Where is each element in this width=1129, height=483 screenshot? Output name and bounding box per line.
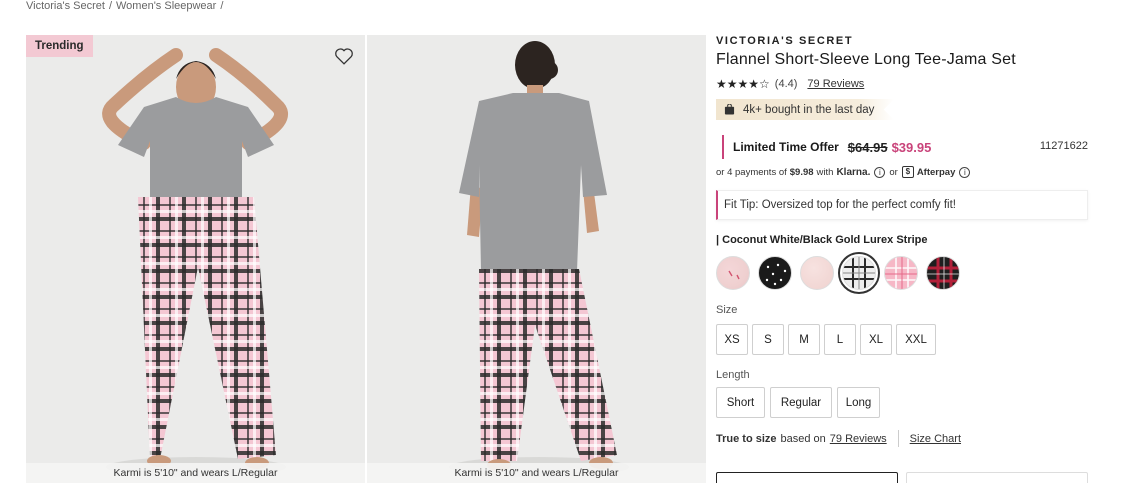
size-option-l[interactable]: L <box>824 324 856 355</box>
size-option-xs[interactable]: XS <box>716 324 748 355</box>
brand-name: VICTORIA'S SECRET <box>716 35 854 47</box>
swatch-coconut-white-black-gold-lurex-stripe[interactable] <box>838 252 880 294</box>
image-caption: Karmi is 5'10" and wears L/Regular <box>26 463 365 483</box>
size-option-xl[interactable]: XL <box>860 324 892 355</box>
installments-prefix: or 4 payments of <box>716 166 787 178</box>
true-to-size-row: True to size based on 79 Reviews Size Ch… <box>716 430 1088 447</box>
length-option-regular[interactable]: Regular <box>770 387 832 418</box>
model-front-illustration <box>102 48 288 477</box>
rating-row: ★★★★☆ (4.4) 79 Reviews <box>716 77 1088 91</box>
trending-badge: Trending <box>26 35 93 57</box>
length-label: Length <box>716 369 750 381</box>
model-back-illustration <box>449 41 629 477</box>
length-options: Short Regular Long <box>716 387 1088 418</box>
klarna-logo: Klarna. <box>836 166 871 178</box>
installments-with: with <box>816 166 834 178</box>
size-option-s[interactable]: S <box>752 324 784 355</box>
swatch-blush[interactable] <box>800 256 834 290</box>
shopping-bag-icon <box>724 104 735 115</box>
bought-text: 4k+ bought in the last day <box>743 103 875 116</box>
afterpay-logo: Afterpay <box>916 166 956 178</box>
heart-icon[interactable] <box>333 45 355 67</box>
based-on-text: based on <box>780 432 826 445</box>
offer-label: Limited Time Offer <box>733 140 839 154</box>
price-row: Limited Time Offer $64.95 $39.95 1127162… <box>716 134 1088 160</box>
product-image-back[interactable]: Karmi is 5'10" and wears L/Regular <box>367 35 706 483</box>
afterpay-info-icon[interactable]: i <box>959 166 971 178</box>
original-price: $64.95 <box>847 139 888 155</box>
product-info-panel: VICTORIA'S SECRET Flannel Short-Sleeve L… <box>716 35 1088 447</box>
breadcrumb-separator: / <box>108 0 112 12</box>
swatch-pink-plaid[interactable] <box>884 256 918 290</box>
accent-bar <box>722 135 724 159</box>
product-title: Flannel Short-Sleeve Long Tee-Jama Set <box>716 51 1016 68</box>
true-to-size-label: True to size <box>716 432 777 445</box>
color-swatches <box>716 252 1088 294</box>
size-chart-link[interactable]: Size Chart <box>910 433 961 445</box>
installments-or: or <box>889 166 898 178</box>
breadcrumb-link-sleepwear[interactable]: Women's Sleepwear <box>116 0 216 12</box>
breadcrumb-separator: / <box>220 0 224 12</box>
breadcrumb: Victoria's Secret / Women's Sleepwear / <box>26 0 227 12</box>
length-option-long[interactable]: Long <box>837 387 880 418</box>
size-options: XS S M L XL XXL <box>716 324 1088 355</box>
fit-reviews-link[interactable]: 79 Reviews <box>830 433 887 445</box>
swatch-red-black-plaid[interactable] <box>926 256 960 290</box>
swatch-pink-print[interactable] <box>716 256 750 290</box>
secondary-action-button[interactable] <box>906 472 1088 483</box>
sale-price: $39.95 <box>891 139 932 155</box>
length-option-short[interactable]: Short <box>716 387 765 418</box>
swatch-black-dot[interactable] <box>758 256 792 290</box>
star-rating-icon: ★★★★☆ <box>716 77 770 91</box>
size-option-xxl[interactable]: XXL <box>896 324 936 355</box>
breadcrumb-link-brand[interactable]: Victoria's Secret <box>26 0 105 12</box>
product-sku: 11271622 <box>1039 140 1088 152</box>
afterpay-icon: $ <box>901 166 914 178</box>
klarna-info-icon[interactable]: i <box>874 166 886 178</box>
reviews-link[interactable]: 79 Reviews <box>807 78 864 90</box>
image-caption: Karmi is 5'10" and wears L/Regular <box>367 463 706 483</box>
size-label: Size <box>716 304 738 316</box>
product-image-front[interactable]: Trending Karmi is 5'10" and wears L/Regu… <box>26 35 365 483</box>
installments-row: or 4 payments of $9.98 with Klarna. i or… <box>716 166 1088 178</box>
bought-badge: 4k+ bought in the last day <box>716 99 895 120</box>
installment-amount: $9.98 <box>789 166 814 178</box>
add-to-bag-button[interactable] <box>716 472 898 483</box>
size-option-m[interactable]: M <box>788 324 820 355</box>
divider <box>897 430 899 447</box>
rating-value: (4.4) <box>774 78 798 90</box>
fit-tip: Fit Tip: Oversized top for the perfect c… <box>716 190 1088 220</box>
selected-color-label: | Coconut White/Black Gold Lurex Stripe <box>716 234 928 246</box>
